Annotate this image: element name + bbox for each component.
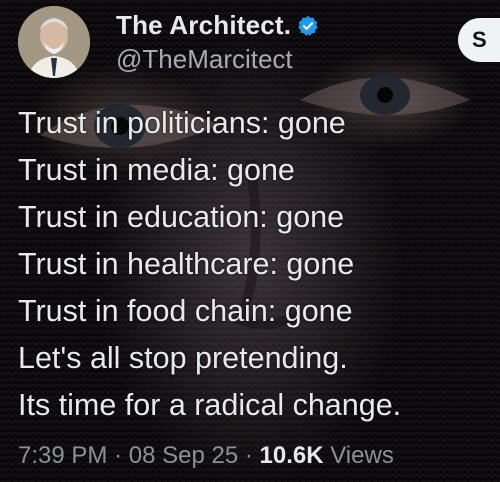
tweet-meta: 7:39 PM · 08 Sep 25 · 10.6K Views	[18, 442, 394, 470]
tweet-line: Trust in politicians: gone	[18, 106, 346, 140]
views-label: Views	[330, 442, 394, 469]
tweet-line: Trust in education: gone	[18, 200, 345, 234]
author-name-row[interactable]: The Architect.	[116, 10, 319, 41]
author-handle[interactable]: @TheMarcitect	[116, 44, 293, 75]
author-name[interactable]: The Architect.	[116, 10, 291, 41]
meta-separator: ·	[244, 442, 253, 469]
avatar-portrait-icon	[18, 6, 90, 78]
tweet-line: Trust in food chain: gone	[18, 294, 353, 328]
tweet-header: The Architect. @TheMarcitect S	[18, 6, 500, 86]
verified-badge-icon	[298, 15, 318, 36]
tweet-line: Trust in healthcare: gone	[18, 247, 355, 281]
subscribe-button[interactable]: S	[458, 18, 500, 62]
meta-separator: ·	[114, 442, 123, 469]
author-avatar[interactable]	[18, 6, 90, 78]
tweet-text: Trust in politicians: gone Trust in medi…	[18, 100, 488, 429]
tweet-time[interactable]: 7:39 PM	[18, 442, 107, 469]
tweet-date[interactable]: 08 Sep 25	[129, 442, 238, 469]
tweet-line: Trust in media: gone	[18, 153, 295, 187]
tweet-line: Let's all stop pretending.	[18, 341, 348, 375]
views-count[interactable]: 10.6K	[260, 442, 324, 469]
tweet-line: Its time for a radical change.	[18, 388, 402, 422]
